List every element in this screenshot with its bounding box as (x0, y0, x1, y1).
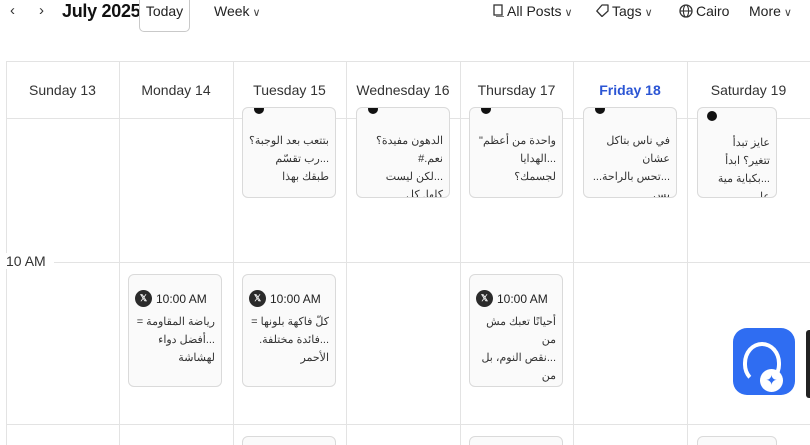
chevron-down-icon: ∨ (644, 7, 653, 19)
chevron-down-icon: ∨ (564, 7, 573, 19)
post-card[interactable]: 𝕏 10:00 AM رياضة المقاومة = ...أفضل دواء… (128, 274, 222, 387)
post-card[interactable]: 𝕏 10:00 AM أحيانًا تعبك مش من ...نقص الن… (469, 274, 563, 387)
post-card[interactable]: الدهون مفيدة؟ نعم.# ...لكن ليست كلها. كل (356, 107, 450, 198)
more-label: More (749, 3, 781, 19)
post-card[interactable]: بتتعب بعد الوجبة؟ ...رب تقسّم طبقك بهذا (242, 107, 336, 198)
chevron-left-icon[interactable]: ‹ (10, 0, 15, 22)
post-time-row: 𝕏 10:00 AM (129, 275, 221, 307)
posts-filter[interactable]: All Posts ∨ (493, 0, 573, 24)
post-text-line: ...الهدايا لجسمك؟ (514, 153, 556, 183)
post-status-dot (707, 111, 717, 121)
day-header-sunday[interactable]: Sunday 13 (6, 62, 119, 118)
view-label: Week (214, 3, 250, 19)
timezone-label: Cairo (696, 3, 730, 19)
column-divider (346, 62, 347, 445)
hour-divider (6, 424, 810, 425)
post-time-row: 𝕏 10:00 AM (470, 275, 562, 307)
post-card[interactable]: في ناس بتاكل عشان ...تحس بالراحة... بس (583, 107, 677, 198)
post-card[interactable] (469, 436, 563, 445)
posts-filter-label: All Posts (507, 3, 562, 19)
more-menu[interactable]: More ∨ (749, 0, 792, 24)
post-text-line: كلّ فاكهة بلونها = (251, 316, 329, 328)
post-time: 10:00 AM (270, 291, 321, 306)
post-text-line: واحدة من أعظم" (479, 135, 556, 147)
post-time-row: 𝕏 10:00 AM (243, 275, 335, 307)
post-text-line: رياضة المقاومة = (136, 316, 215, 328)
chevron-down-icon: ∨ (783, 7, 792, 19)
column-divider (119, 62, 120, 445)
x-logo-icon: 𝕏 (476, 290, 493, 307)
view-selector[interactable]: Week ∨ (214, 0, 261, 24)
post-text-line: في ناس بتاكل عشان (606, 135, 670, 165)
sparkle-icon: ✦ (760, 369, 783, 392)
tag-icon (596, 4, 609, 18)
document-icon (493, 4, 504, 18)
post-card[interactable]: عايز تبدأ تتغير؟ ابدأ ...بكباية مية على (697, 107, 777, 198)
post-text-line: ...لكن ليست كلها. كل (385, 171, 443, 198)
chevron-right-icon[interactable]: › (39, 0, 44, 22)
column-divider (573, 62, 574, 445)
column-divider (687, 62, 688, 445)
post-text-line: ...بكباية مية على (717, 173, 770, 198)
globe-icon (679, 4, 693, 18)
tags-filter[interactable]: Tags ∨ (596, 0, 653, 24)
post-text-line: ...رب تقسّم طبقك بهذا (275, 153, 329, 183)
x-logo-icon: 𝕏 (249, 290, 266, 307)
hour-label-10am: 10 AM (6, 253, 50, 269)
current-month-title: July 2025 (62, 1, 141, 21)
post-text-line: ...تحس بالراحة... بس (592, 171, 670, 198)
calendar-toolbar: ‹ › July 2025 Today Week ∨ All Posts ∨ Tag… (0, 0, 810, 36)
timezone-selector[interactable]: Cairo (679, 0, 729, 22)
post-text-line: أحيانًا تعبك مش من (486, 316, 556, 346)
post-time: 10:00 AM (497, 291, 548, 306)
post-text-line: ...فائدة مختلفة. الأحمر (259, 334, 329, 364)
x-logo-icon: 𝕏 (135, 290, 152, 307)
post-text-line: ...أفضل دواء لهشاشة (158, 334, 215, 364)
hour-divider (54, 262, 810, 263)
post-text-line: ...نقص النوم، بل من (481, 352, 556, 382)
column-divider (233, 62, 234, 445)
tags-filter-label: Tags (612, 3, 642, 19)
chevron-down-icon: ∨ (252, 7, 261, 19)
day-header-monday[interactable]: Monday 14 (119, 62, 233, 118)
post-time: 10:00 AM (156, 291, 207, 306)
column-divider (460, 62, 461, 445)
post-card[interactable] (242, 436, 336, 445)
side-panel-handle[interactable] (806, 330, 810, 398)
post-card[interactable] (697, 436, 777, 445)
post-text-line: الدهون مفيدة؟ نعم.# (376, 135, 443, 165)
ai-assistant-button[interactable]: ✦ (733, 328, 795, 395)
today-button[interactable]: Today (139, 0, 190, 32)
post-card[interactable]: 𝕏 10:00 AM كلّ فاكهة بلونها = ...فائدة م… (242, 274, 336, 387)
post-card[interactable]: واحدة من أعظم" ...الهدايا لجسمك؟ (469, 107, 563, 198)
post-text-line: بتتعب بعد الوجبة؟ (248, 135, 329, 147)
